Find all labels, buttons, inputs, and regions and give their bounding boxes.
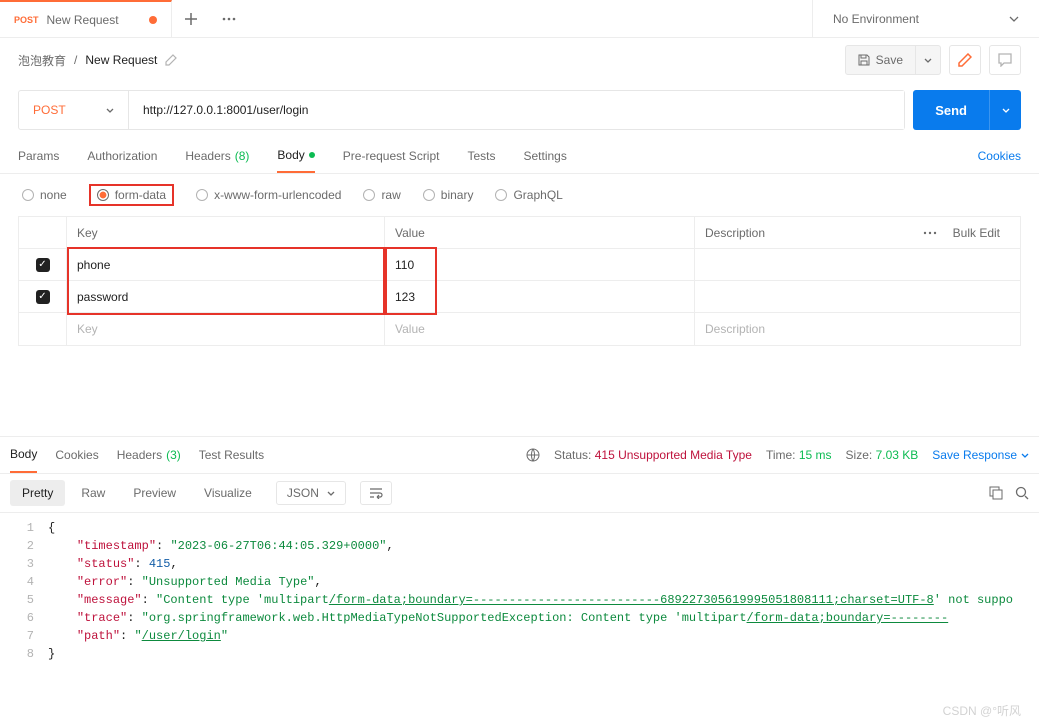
edit-button[interactable] xyxy=(949,45,981,75)
response-body: 12345678 { "timestamp": "2023-06-27T06:4… xyxy=(0,513,1039,669)
size-value: 7.03 KB xyxy=(876,448,919,462)
edit-icon[interactable] xyxy=(165,54,177,66)
format-select[interactable]: JSON xyxy=(276,481,346,505)
save-response-button[interactable]: Save Response xyxy=(932,448,1029,462)
col-key: Key xyxy=(67,217,385,248)
chevron-down-icon xyxy=(924,58,932,63)
tab-settings[interactable]: Settings xyxy=(524,138,567,173)
key-input[interactable]: phone xyxy=(67,249,385,280)
status-value: 415 Unsupported Media Type xyxy=(595,448,752,462)
tab-prerequest[interactable]: Pre-request Script xyxy=(343,138,440,173)
send-dropdown[interactable] xyxy=(989,90,1021,130)
body-type-graphql[interactable]: GraphQL xyxy=(495,188,562,202)
key-input-empty[interactable]: Key xyxy=(67,313,385,345)
view-visualize[interactable]: Visualize xyxy=(192,480,264,506)
view-preview[interactable]: Preview xyxy=(121,480,188,506)
view-raw[interactable]: Raw xyxy=(69,480,117,506)
bulk-edit-link[interactable]: Bulk Edit xyxy=(953,226,1010,240)
active-dot-icon xyxy=(309,152,315,158)
resp-tab-body[interactable]: Body xyxy=(10,437,37,473)
save-dropdown[interactable] xyxy=(916,45,941,75)
method-select[interactable]: POST xyxy=(19,91,129,129)
view-pretty[interactable]: Pretty xyxy=(10,480,65,506)
comment-button[interactable] xyxy=(989,45,1021,75)
key-input[interactable]: password xyxy=(67,281,385,312)
body-type-formdata[interactable]: form-data xyxy=(97,188,166,202)
chevron-down-icon xyxy=(1002,108,1010,113)
resp-tab-headers[interactable]: Headers (3) xyxy=(117,437,181,473)
value-input[interactable]: 123 xyxy=(385,281,695,312)
new-tab-button[interactable] xyxy=(172,0,210,37)
breadcrumb-parent[interactable]: 泡泡教育 xyxy=(18,52,66,69)
desc-input[interactable] xyxy=(695,281,1020,312)
body-type-none[interactable]: none xyxy=(22,188,67,202)
tab-title: New Request xyxy=(47,13,119,27)
save-button[interactable]: Save xyxy=(845,45,916,75)
formdata-table: Key Value Description Bulk Edit ✓ phone … xyxy=(18,216,1021,346)
comment-icon xyxy=(998,53,1012,67)
chevron-down-icon xyxy=(327,491,335,496)
desc-input-empty[interactable]: Description xyxy=(695,313,1020,345)
url-input[interactable] xyxy=(129,91,904,129)
resp-tab-tests[interactable]: Test Results xyxy=(199,437,264,473)
breadcrumb-current: New Request xyxy=(85,53,157,67)
col-description: Description xyxy=(705,226,765,240)
body-type-urlencoded[interactable]: x-www-form-urlencoded xyxy=(196,188,341,202)
wrap-button[interactable] xyxy=(360,481,392,505)
more-icon[interactable] xyxy=(923,231,937,235)
wrap-icon xyxy=(369,487,383,499)
resp-tab-cookies[interactable]: Cookies xyxy=(55,437,98,473)
tab-more-button[interactable] xyxy=(210,0,248,37)
send-button[interactable]: Send xyxy=(913,90,989,130)
cookies-link[interactable]: Cookies xyxy=(978,149,1021,163)
row-checkbox[interactable]: ✓ xyxy=(36,290,50,304)
row-checkbox[interactable]: ✓ xyxy=(36,258,50,272)
watermark: CSDN @°听风 xyxy=(943,702,1021,719)
tab-auth[interactable]: Authorization xyxy=(87,138,157,173)
tab-body[interactable]: Body xyxy=(277,138,314,173)
copy-icon[interactable] xyxy=(989,486,1003,500)
body-type-raw[interactable]: raw xyxy=(363,188,400,202)
tab-params[interactable]: Params xyxy=(18,138,59,173)
table-row: ✓ password 123 xyxy=(19,281,1020,313)
value-input[interactable]: 110 xyxy=(385,249,695,280)
body-type-binary[interactable]: binary xyxy=(423,188,474,202)
time-value: 15 ms xyxy=(799,448,832,462)
col-value: Value xyxy=(385,217,695,248)
tab-tests[interactable]: Tests xyxy=(467,138,495,173)
search-icon[interactable] xyxy=(1015,486,1029,500)
table-row: ✓ phone 110 xyxy=(19,249,1020,281)
chevron-down-icon xyxy=(1021,453,1029,458)
unsaved-dot-icon xyxy=(149,16,157,24)
request-tab[interactable]: POST New Request xyxy=(0,0,172,37)
chevron-down-icon xyxy=(1009,16,1019,22)
environment-label: No Environment xyxy=(833,12,919,26)
breadcrumb: 泡泡教育 / New Request xyxy=(18,52,177,69)
environment-select[interactable]: No Environment xyxy=(812,0,1039,37)
tab-headers[interactable]: Headers (8) xyxy=(185,138,249,173)
save-icon xyxy=(858,54,870,66)
chevron-down-icon xyxy=(106,108,114,113)
tab-method: POST xyxy=(14,15,39,25)
pencil-icon xyxy=(958,53,972,67)
value-input-empty[interactable]: Value xyxy=(385,313,695,345)
desc-input[interactable] xyxy=(695,249,1020,280)
globe-icon[interactable] xyxy=(526,448,540,462)
